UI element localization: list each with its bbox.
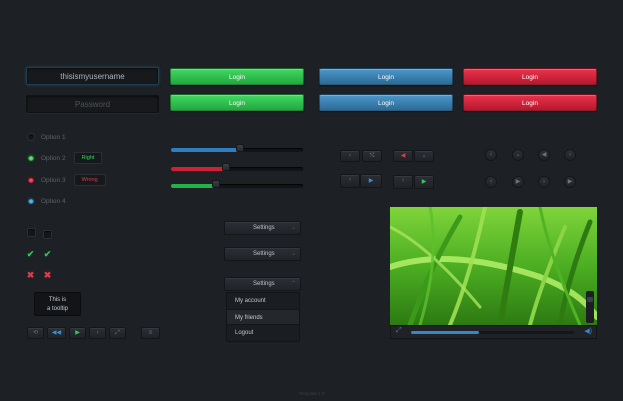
- login-button-blue[interactable]: Login: [319, 68, 453, 85]
- chevron-down-icon: ⌄: [290, 225, 296, 231]
- tooltip-line: a tooltip: [46, 306, 68, 312]
- checkbox-empty-2[interactable]: [43, 230, 52, 239]
- login-button-red[interactable]: Login: [463, 68, 597, 85]
- login-button-green[interactable]: Login: [170, 68, 304, 85]
- radio-label: Option 4: [41, 197, 66, 205]
- video-frame[interactable]: [390, 207, 597, 325]
- check-icon[interactable]: ✔: [26, 250, 35, 259]
- chevron-up-icon: ⌃: [290, 281, 296, 287]
- menu-item-my-friends[interactable]: My friends: [227, 309, 299, 325]
- resize-icon[interactable]: ⤢: [396, 327, 402, 335]
- slider-green[interactable]: [171, 180, 303, 188]
- circle-play-blue[interactable]: ▶: [512, 176, 524, 188]
- radio-off-icon[interactable]: [27, 133, 35, 141]
- radio-red-icon[interactable]: [27, 176, 35, 184]
- settings-dropdown[interactable]: Settings ⌄: [224, 221, 301, 235]
- settings-dropdown-open[interactable]: Settings ⌃: [224, 277, 301, 291]
- play-back-button-red[interactable]: ◀: [393, 150, 413, 162]
- play-button-blue[interactable]: ▶: [360, 174, 382, 188]
- slider-knob[interactable]: [211, 180, 220, 188]
- grass-image: [390, 207, 597, 325]
- step-button[interactable]: ›: [393, 175, 413, 189]
- radio-label: Option 3: [41, 176, 66, 184]
- wrong-badge: Wrong: [73, 174, 106, 186]
- settings-dropdown-label: Settings: [253, 225, 275, 231]
- circle-play-green[interactable]: ▶: [564, 176, 576, 188]
- slider-fill: [171, 148, 240, 152]
- slider-fill: [171, 184, 216, 188]
- checkbox-empty[interactable]: [27, 228, 36, 237]
- stop-button[interactable]: ⌄: [414, 150, 434, 162]
- back-button[interactable]: ◀◀: [47, 327, 66, 339]
- menu-item-logout[interactable]: Logout: [227, 325, 299, 341]
- login-button-red-2[interactable]: Login: [463, 94, 597, 111]
- slider-red[interactable]: [171, 163, 303, 171]
- radio-label: Option 2: [41, 154, 66, 162]
- video-progress-track[interactable]: [411, 331, 574, 334]
- speaker-icon[interactable]: ◀): [584, 327, 592, 335]
- radio-option-4[interactable]: Option 4: [27, 195, 74, 207]
- slider-knob[interactable]: [222, 163, 231, 171]
- video-progress-fill: [411, 331, 480, 334]
- check-icon[interactable]: ✔: [43, 250, 52, 259]
- radio-option-1[interactable]: Option 1: [27, 131, 74, 143]
- video-controls: ⤢ ◀): [390, 325, 597, 339]
- circle-back-button[interactable]: ‹: [485, 149, 497, 161]
- settings-dropdown-label: Settings: [253, 281, 275, 287]
- back-button-square[interactable]: ‹: [340, 174, 360, 188]
- radio-option-2[interactable]: Option 2 Right: [27, 152, 103, 164]
- settings-menu: My account My friends Logout: [226, 292, 300, 342]
- shuffle-button[interactable]: ⤭: [362, 150, 382, 162]
- radio-label: Option 1: [41, 133, 66, 141]
- radio-blue-icon[interactable]: [27, 197, 35, 205]
- password-input[interactable]: [26, 95, 159, 113]
- cross-icon[interactable]: ✖: [43, 271, 52, 280]
- rewind-button[interactable]: ⟲: [27, 327, 44, 339]
- username-input[interactable]: [26, 67, 159, 85]
- cross-icon[interactable]: ✖: [26, 271, 35, 280]
- radio-green-icon[interactable]: [27, 154, 35, 162]
- slider-knob[interactable]: [235, 144, 244, 152]
- menu-button[interactable]: ≡: [141, 327, 160, 339]
- right-badge: Right: [73, 152, 103, 164]
- fullscreen-button[interactable]: ⤢: [109, 327, 126, 339]
- circle-stop-button[interactable]: ⌄: [512, 149, 524, 161]
- circle-prev-button[interactable]: ‹: [485, 176, 497, 188]
- menu-item-my-account[interactable]: My account: [227, 293, 299, 309]
- settings-dropdown-label: Settings: [253, 251, 275, 257]
- radio-option-3[interactable]: Option 3 Wrong: [27, 174, 106, 186]
- play-button[interactable]: ▶: [69, 327, 86, 339]
- login-button-green-2[interactable]: Login: [170, 94, 304, 111]
- play-button-green-square[interactable]: ▶: [414, 175, 434, 189]
- circle-forward-button[interactable]: ›: [564, 149, 576, 161]
- forward-button[interactable]: ›: [89, 327, 106, 339]
- circle-play-back-red[interactable]: ◀: [538, 149, 550, 161]
- footer-text: Template 1.0: [298, 391, 325, 396]
- chevron-down-icon: ⌄: [290, 251, 296, 257]
- volume-knob[interactable]: [587, 297, 593, 302]
- tooltip-line: This is: [48, 297, 67, 303]
- slider-fill: [171, 167, 227, 171]
- slider-blue[interactable]: [171, 144, 303, 152]
- circle-skip-button[interactable]: ›: [538, 176, 550, 188]
- volume-slider[interactable]: [586, 291, 594, 323]
- settings-dropdown-2[interactable]: Settings ⌄: [224, 247, 301, 261]
- tooltip: This is a tooltip: [34, 292, 81, 316]
- login-button-blue-2[interactable]: Login: [319, 94, 453, 111]
- prev-button[interactable]: ‹: [340, 150, 360, 162]
